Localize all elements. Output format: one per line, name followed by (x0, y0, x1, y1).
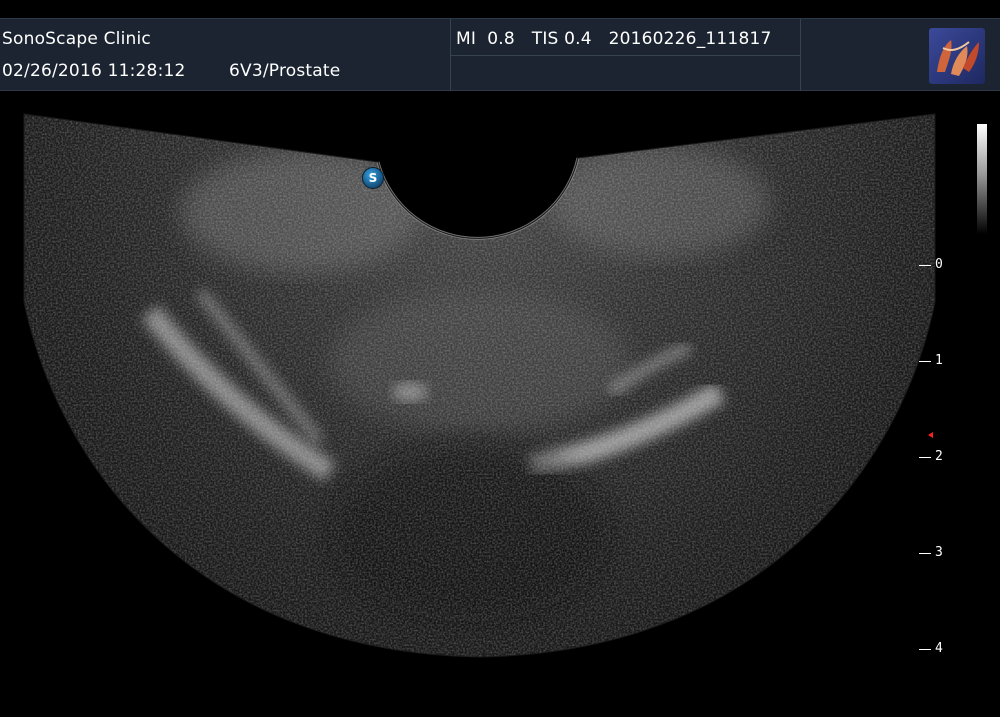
depth-tick (919, 649, 931, 650)
info-header: SonoScape Clinic 02/26/2016 11:28:12 6V3… (0, 18, 1000, 91)
header-divider (800, 19, 801, 91)
sector-content (24, 114, 935, 657)
sonoscape-logo-icon (929, 28, 985, 84)
sector-scan (23, 113, 936, 658)
depth-tick (919, 457, 931, 458)
depth-tick (919, 265, 931, 266)
grayscale-bar (977, 124, 987, 234)
depth-label: 2 (935, 449, 943, 464)
depth-tick (919, 553, 931, 554)
ultrasound-screen: SonoScape Clinic 02/26/2016 11:28:12 6V3… (0, 0, 1000, 717)
header-divider (450, 55, 800, 56)
probe-preset: 6V3/Prostate (229, 61, 341, 81)
orientation-s-icon: S (362, 167, 384, 189)
depth-label: 4 (935, 641, 943, 656)
focus-marker-icon (928, 432, 933, 438)
exam-datetime: 02/26/2016 11:28:12 (2, 61, 186, 81)
clinic-name: SonoScape Clinic (2, 29, 151, 49)
ultrasound-image: S 0 1 2 3 4 (0, 92, 1000, 717)
depth-label: 1 (935, 353, 943, 368)
depth-tick (919, 361, 931, 362)
depth-label: 0 (935, 257, 943, 272)
acoustic-power-readout: MI 0.8 TIS 0.4 20160226_111817 (456, 29, 772, 49)
depth-label: 3 (935, 545, 943, 560)
